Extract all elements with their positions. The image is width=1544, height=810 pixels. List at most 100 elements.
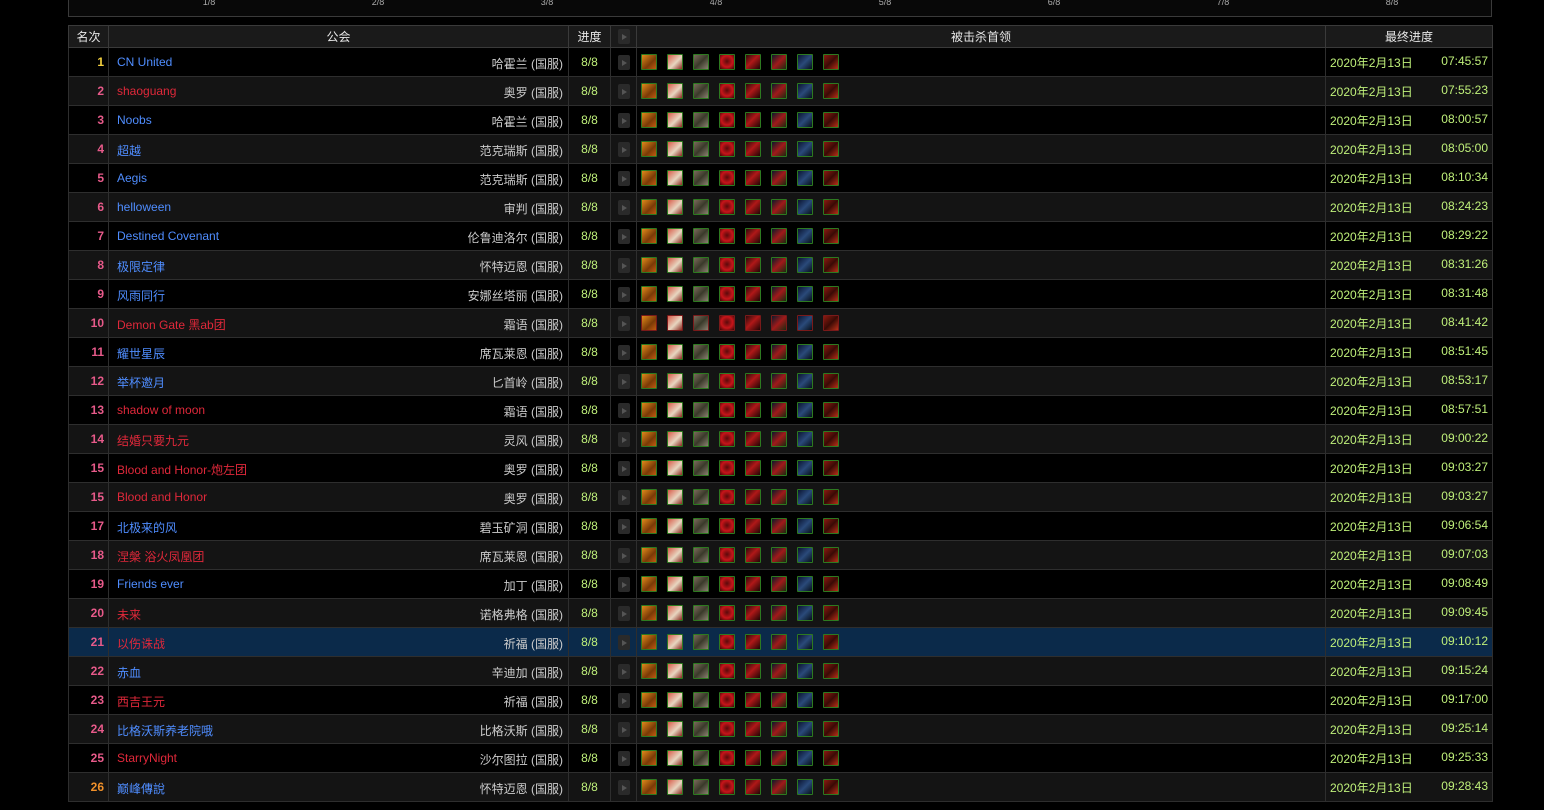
boss-4-icon[interactable] — [719, 460, 735, 476]
boss-7-icon[interactable] — [797, 518, 813, 534]
table-row[interactable]: 2 shaoguang 奥罗 (国服) 8/8 2020年2月13日 07:55:23 — [68, 76, 1493, 106]
boss-5-icon[interactable] — [745, 750, 761, 766]
boss-1-icon[interactable] — [641, 605, 657, 621]
boss-2-icon[interactable] — [667, 460, 683, 476]
boss-7-icon[interactable] — [797, 373, 813, 389]
boss-8-icon[interactable] — [823, 257, 839, 273]
youtube-icon[interactable] — [617, 489, 630, 505]
boss-4-icon[interactable] — [719, 576, 735, 592]
youtube-icon[interactable] — [617, 286, 630, 302]
boss-4-icon[interactable] — [719, 170, 735, 186]
boss-5-icon[interactable] — [745, 663, 761, 679]
boss-4-icon[interactable] — [719, 286, 735, 302]
boss-3-icon[interactable] — [693, 431, 709, 447]
boss-7-icon[interactable] — [797, 228, 813, 244]
boss-6-icon[interactable] — [771, 257, 787, 273]
boss-8-icon[interactable] — [823, 228, 839, 244]
guild-name-link[interactable]: 比格沃斯养老院哦 — [117, 722, 213, 739]
boss-8-icon[interactable] — [823, 141, 839, 157]
boss-2-icon[interactable] — [667, 634, 683, 650]
boss-4-icon[interactable] — [719, 315, 735, 331]
youtube-icon[interactable] — [617, 663, 630, 679]
boss-7-icon[interactable] — [797, 344, 813, 360]
boss-3-icon[interactable] — [693, 141, 709, 157]
youtube-icon[interactable] — [617, 257, 630, 273]
boss-1-icon[interactable] — [641, 663, 657, 679]
boss-7-icon[interactable] — [797, 489, 813, 505]
boss-6-icon[interactable] — [771, 344, 787, 360]
boss-4-icon[interactable] — [719, 402, 735, 418]
guild-name-link[interactable]: 风雨同行 — [117, 287, 165, 304]
boss-4-icon[interactable] — [719, 199, 735, 215]
boss-2-icon[interactable] — [667, 199, 683, 215]
table-row[interactable]: 5 Aegis 范克瑞斯 (国服) 8/8 2020年2月13日 08:10:34 — [68, 163, 1493, 193]
boss-4-icon[interactable] — [719, 112, 735, 128]
boss-7-icon[interactable] — [797, 605, 813, 621]
boss-3-icon[interactable] — [693, 54, 709, 70]
youtube-icon[interactable] — [617, 518, 630, 534]
boss-3-icon[interactable] — [693, 779, 709, 795]
guild-name-link[interactable]: Friends ever — [117, 577, 184, 591]
header-progress[interactable]: 进度 — [568, 25, 611, 48]
header-final-progress[interactable]: 最终进度 — [1325, 25, 1493, 48]
boss-4-icon[interactable] — [719, 750, 735, 766]
boss-8-icon[interactable] — [823, 634, 839, 650]
boss-4-icon[interactable] — [719, 489, 735, 505]
youtube-icon[interactable] — [617, 170, 630, 186]
boss-5-icon[interactable] — [745, 228, 761, 244]
boss-3-icon[interactable] — [693, 373, 709, 389]
boss-4-icon[interactable] — [719, 692, 735, 708]
guild-name-link[interactable]: 巅峰傳說 — [117, 780, 165, 797]
table-row[interactable]: 17 北极来的风 碧玉矿洞 (国服) 8/8 2020年2月13日 09:06:54 — [68, 511, 1493, 541]
guild-name-link[interactable]: 赤血 — [117, 664, 141, 681]
boss-8-icon[interactable] — [823, 431, 839, 447]
boss-7-icon[interactable] — [797, 460, 813, 476]
guild-name-link[interactable]: shadow of moon — [117, 403, 205, 417]
youtube-icon[interactable] — [617, 634, 630, 650]
guild-name-link[interactable]: 超越 — [117, 142, 141, 159]
boss-3-icon[interactable] — [693, 228, 709, 244]
boss-3-icon[interactable] — [693, 112, 709, 128]
guild-name-link[interactable]: Noobs — [117, 113, 152, 127]
boss-6-icon[interactable] — [771, 199, 787, 215]
table-row[interactable]: 4 超越 范克瑞斯 (国服) 8/8 2020年2月13日 08:05:00 — [68, 134, 1493, 164]
boss-8-icon[interactable] — [823, 286, 839, 302]
boss-3-icon[interactable] — [693, 83, 709, 99]
boss-7-icon[interactable] — [797, 54, 813, 70]
boss-1-icon[interactable] — [641, 228, 657, 244]
boss-2-icon[interactable] — [667, 779, 683, 795]
boss-1-icon[interactable] — [641, 112, 657, 128]
boss-5-icon[interactable] — [745, 315, 761, 331]
guild-name-link[interactable]: Aegis — [117, 171, 147, 185]
boss-8-icon[interactable] — [823, 605, 839, 621]
boss-7-icon[interactable] — [797, 315, 813, 331]
boss-6-icon[interactable] — [771, 83, 787, 99]
boss-4-icon[interactable] — [719, 373, 735, 389]
boss-7-icon[interactable] — [797, 83, 813, 99]
boss-1-icon[interactable] — [641, 460, 657, 476]
boss-5-icon[interactable] — [745, 460, 761, 476]
boss-7-icon[interactable] — [797, 431, 813, 447]
boss-6-icon[interactable] — [771, 489, 787, 505]
table-row[interactable]: 23 西吉王元 祈福 (国服) 8/8 2020年2月13日 09:17:00 — [68, 685, 1493, 715]
boss-1-icon[interactable] — [641, 257, 657, 273]
boss-7-icon[interactable] — [797, 721, 813, 737]
boss-7-icon[interactable] — [797, 112, 813, 128]
boss-7-icon[interactable] — [797, 141, 813, 157]
boss-8-icon[interactable] — [823, 315, 839, 331]
boss-3-icon[interactable] — [693, 344, 709, 360]
boss-8-icon[interactable] — [823, 489, 839, 505]
boss-2-icon[interactable] — [667, 431, 683, 447]
boss-1-icon[interactable] — [641, 576, 657, 592]
table-row[interactable]: 9 风雨同行 安娜丝塔丽 (国服) 8/8 2020年2月13日 08:31:48 — [68, 279, 1493, 309]
table-row[interactable]: 21 以伤诛战 祈福 (国服) 8/8 2020年2月13日 09:10:12 — [68, 627, 1493, 657]
boss-1-icon[interactable] — [641, 83, 657, 99]
youtube-icon[interactable] — [617, 141, 630, 157]
youtube-icon[interactable] — [617, 750, 630, 766]
boss-2-icon[interactable] — [667, 141, 683, 157]
table-row[interactable]: 19 Friends ever 加丁 (国服) 8/8 2020年2月13日 09:08:… — [68, 569, 1493, 599]
boss-5-icon[interactable] — [745, 634, 761, 650]
boss-2-icon[interactable] — [667, 170, 683, 186]
guild-name-link[interactable]: Blood and Honor — [117, 490, 207, 504]
boss-5-icon[interactable] — [745, 518, 761, 534]
